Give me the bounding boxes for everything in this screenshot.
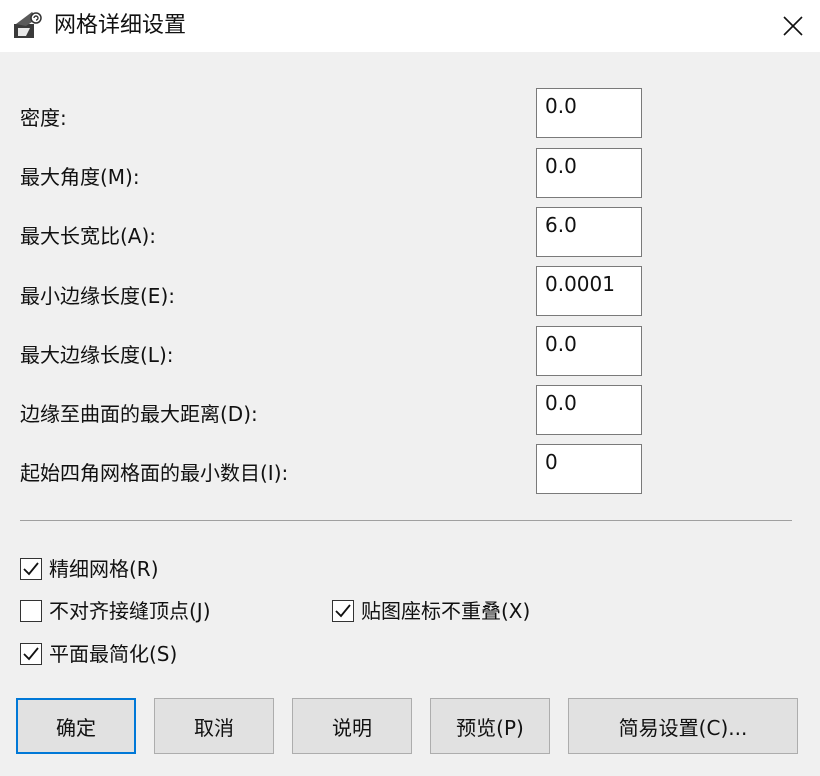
refine-mesh-checkbox-row[interactable]: 精细网格(R)	[20, 556, 159, 582]
max-edge-length-input[interactable]	[536, 326, 642, 376]
refine-mesh-checkbox[interactable]	[20, 558, 42, 580]
jagged-seams-checkbox-row[interactable]: 不对齐接缝顶点(J)	[20, 598, 211, 624]
min-initial-grid-quads-label: 起始四角网格面的最小数目(I):	[20, 461, 289, 485]
max-distance-edge-to-surface-input[interactable]	[536, 385, 642, 435]
density-label: 密度:	[20, 106, 67, 130]
checkmark-icon	[335, 604, 351, 618]
close-icon	[783, 16, 803, 36]
help-button[interactable]: 说明	[292, 698, 412, 754]
ok-button[interactable]: 确定	[16, 698, 136, 754]
min-initial-grid-quads-input[interactable]	[536, 444, 642, 494]
max-edge-length-label: 最大边缘长度(L):	[20, 343, 174, 367]
max-angle-label: 最大角度(M):	[20, 165, 140, 189]
mesh-detail-settings-dialog: 网格详细设置 密度: 最大角度(M): 最大长宽比(A): 最小边缘长度(E):…	[0, 0, 820, 776]
divider	[20, 520, 792, 521]
simple-planes-checkbox-row[interactable]: 平面最简化(S)	[20, 641, 177, 667]
max-aspect-ratio-label: 最大长宽比(A):	[20, 224, 157, 248]
max-aspect-ratio-input[interactable]	[536, 207, 642, 257]
window-title: 网格详细设置	[54, 13, 187, 38]
refine-mesh-label: 精细网格(R)	[49, 557, 159, 581]
jagged-seams-label: 不对齐接缝顶点(J)	[49, 599, 211, 623]
preview-button[interactable]: 预览(P)	[430, 698, 550, 754]
max-distance-edge-to-surface-label: 边缘至曲面的最大距离(D):	[20, 402, 258, 426]
density-input[interactable]	[536, 88, 642, 138]
title-bar: 网格详细设置	[0, 0, 820, 52]
jagged-seams-checkbox[interactable]	[20, 600, 42, 622]
close-button[interactable]	[766, 0, 820, 52]
checkmark-icon	[23, 647, 39, 661]
simple-planes-label: 平面最简化(S)	[49, 642, 178, 666]
simple-planes-checkbox[interactable]	[20, 643, 42, 665]
checkmark-icon	[23, 562, 39, 576]
cancel-button[interactable]: 取消	[154, 698, 274, 754]
pack-textures-checkbox[interactable]	[332, 600, 354, 622]
min-edge-length-label: 最小边缘长度(E):	[20, 284, 175, 308]
simple-settings-button[interactable]: 简易设置(C)...	[568, 698, 798, 754]
max-angle-input[interactable]	[536, 148, 642, 198]
min-edge-length-input[interactable]	[536, 266, 642, 316]
pack-textures-label: 贴图座标不重叠(X)	[361, 599, 531, 623]
rhino-app-icon	[12, 10, 44, 42]
pack-textures-checkbox-row[interactable]: 贴图座标不重叠(X)	[332, 598, 530, 624]
